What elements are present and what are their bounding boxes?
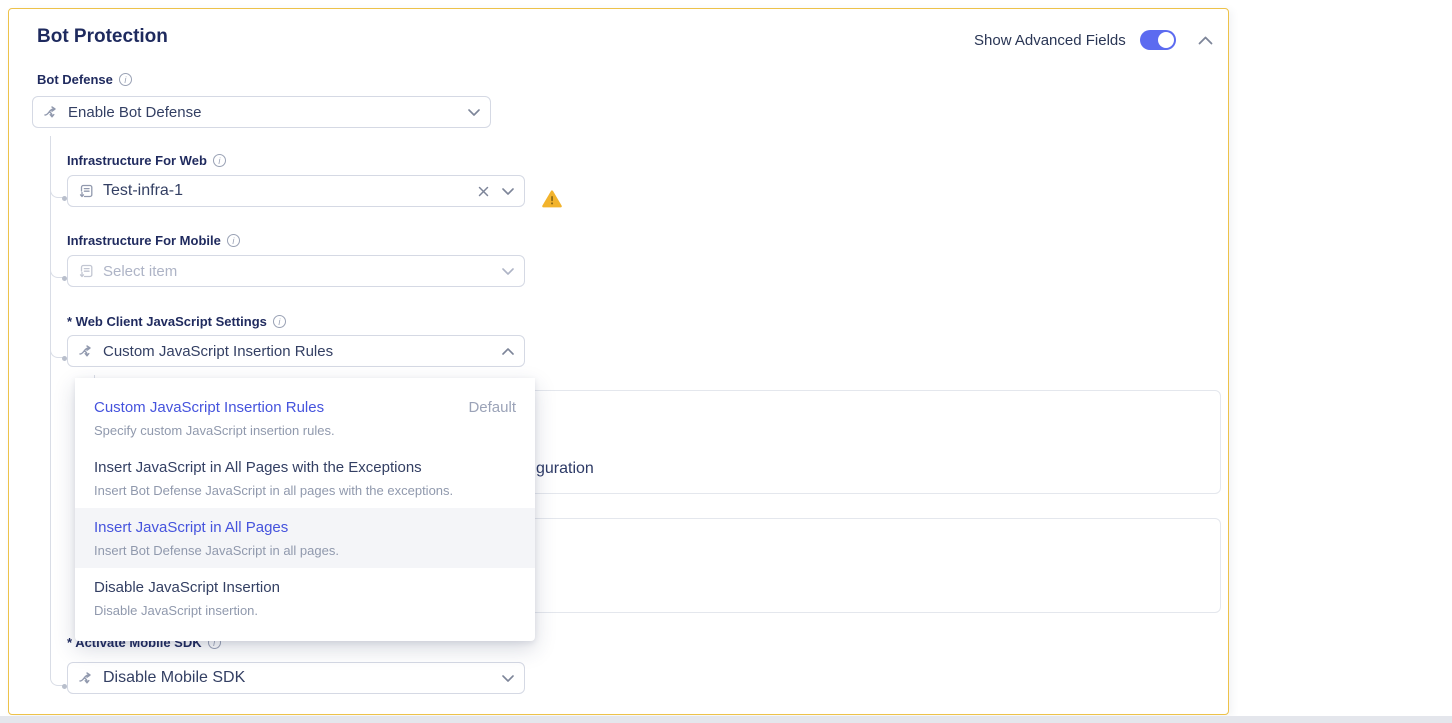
js-settings-select[interactable]: Custom JavaScript Insertion Rules	[67, 335, 525, 367]
infra-web-value: Test-infra-1	[103, 182, 465, 200]
option-description: Insert Bot Defense JavaScript in all pag…	[94, 543, 516, 559]
js-config-panel-2	[529, 518, 1221, 613]
bot-defense-label: Bot Defense i	[37, 72, 132, 87]
one-of-branch-icon	[43, 104, 59, 120]
infra-mobile-label: Infrastructure For Mobile i	[67, 233, 240, 248]
option-description: Insert Bot Defense JavaScript in all pag…	[94, 483, 516, 499]
panel-partial-text: guration	[536, 460, 594, 478]
warning-triangle-icon[interactable]	[542, 190, 562, 208]
chevron-up-icon	[502, 348, 514, 355]
menu-option-insert-js-all-pages[interactable]: Insert JavaScript in All Pages Insert Bo…	[75, 508, 535, 568]
page-title: Bot Protection	[37, 26, 168, 48]
bot-defense-label-text: Bot Defense	[37, 72, 113, 87]
infra-web-label-text: Infrastructure For Web	[67, 153, 207, 168]
js-settings-dropdown-menu: Custom JavaScript Insertion Rules Defaul…	[75, 378, 535, 641]
header-controls: Show Advanced Fields	[974, 30, 1213, 50]
js-settings-label-text: * Web Client JavaScript Settings	[67, 314, 267, 329]
js-settings-label: * Web Client JavaScript Settings i	[67, 314, 286, 329]
show-advanced-fields-label: Show Advanced Fields	[974, 32, 1126, 49]
menu-option-insert-js-all-pages-exceptions[interactable]: Insert JavaScript in All Pages with the …	[75, 448, 535, 508]
info-circle-icon[interactable]: i	[273, 315, 286, 328]
option-description: Disable JavaScript insertion.	[94, 603, 516, 619]
chevron-down-icon	[502, 268, 514, 275]
js-settings-value: Custom JavaScript Insertion Rules	[103, 343, 493, 360]
js-config-panel	[529, 390, 1221, 494]
infra-web-select[interactable]: Test-infra-1	[67, 175, 525, 207]
chevron-down-icon	[502, 675, 514, 682]
select-reference-icon	[78, 183, 94, 199]
option-title: Insert JavaScript in All Pages	[94, 518, 288, 537]
bot-defense-value: Enable Bot Defense	[68, 104, 459, 121]
mobile-sdk-value: Disable Mobile SDK	[103, 669, 493, 687]
toggle-knob	[1158, 32, 1174, 48]
chevron-down-icon	[502, 188, 514, 195]
page: Bot Protection Show Advanced Fields Bot …	[0, 0, 1452, 723]
info-circle-icon[interactable]: i	[119, 73, 132, 86]
show-advanced-fields-toggle[interactable]	[1140, 30, 1176, 50]
collapse-chevron-icon[interactable]	[1198, 36, 1213, 45]
menu-option-disable-js-insertion[interactable]: Disable JavaScript Insertion Disable Jav…	[75, 568, 535, 628]
infra-mobile-placeholder: Select item	[103, 263, 493, 280]
tree-connector-line	[50, 136, 51, 674]
default-badge: Default	[468, 399, 516, 416]
chevron-down-icon	[468, 109, 480, 116]
one-of-branch-icon	[78, 670, 94, 686]
option-description: Specify custom JavaScript insertion rule…	[94, 423, 516, 439]
bot-defense-select[interactable]: Enable Bot Defense	[32, 96, 491, 128]
infra-web-label: Infrastructure For Web i	[67, 153, 226, 168]
select-reference-icon	[78, 263, 94, 279]
option-title: Custom JavaScript Insertion Rules	[94, 398, 324, 417]
info-circle-icon[interactable]: i	[227, 234, 240, 247]
option-title: Disable JavaScript Insertion	[94, 578, 280, 597]
mobile-sdk-select[interactable]: Disable Mobile SDK	[67, 662, 525, 694]
one-of-branch-icon	[78, 343, 94, 359]
menu-option-custom-js-rules[interactable]: Custom JavaScript Insertion Rules Defaul…	[75, 388, 535, 448]
infra-mobile-select[interactable]: Select item	[67, 255, 525, 287]
info-circle-icon[interactable]: i	[213, 154, 226, 167]
clear-x-icon[interactable]	[474, 186, 493, 197]
option-title: Insert JavaScript in All Pages with the …	[94, 458, 422, 477]
bot-protection-card: Bot Protection Show Advanced Fields Bot …	[8, 8, 1229, 715]
page-bottom-strip	[0, 716, 1452, 723]
infra-mobile-label-text: Infrastructure For Mobile	[67, 233, 221, 248]
